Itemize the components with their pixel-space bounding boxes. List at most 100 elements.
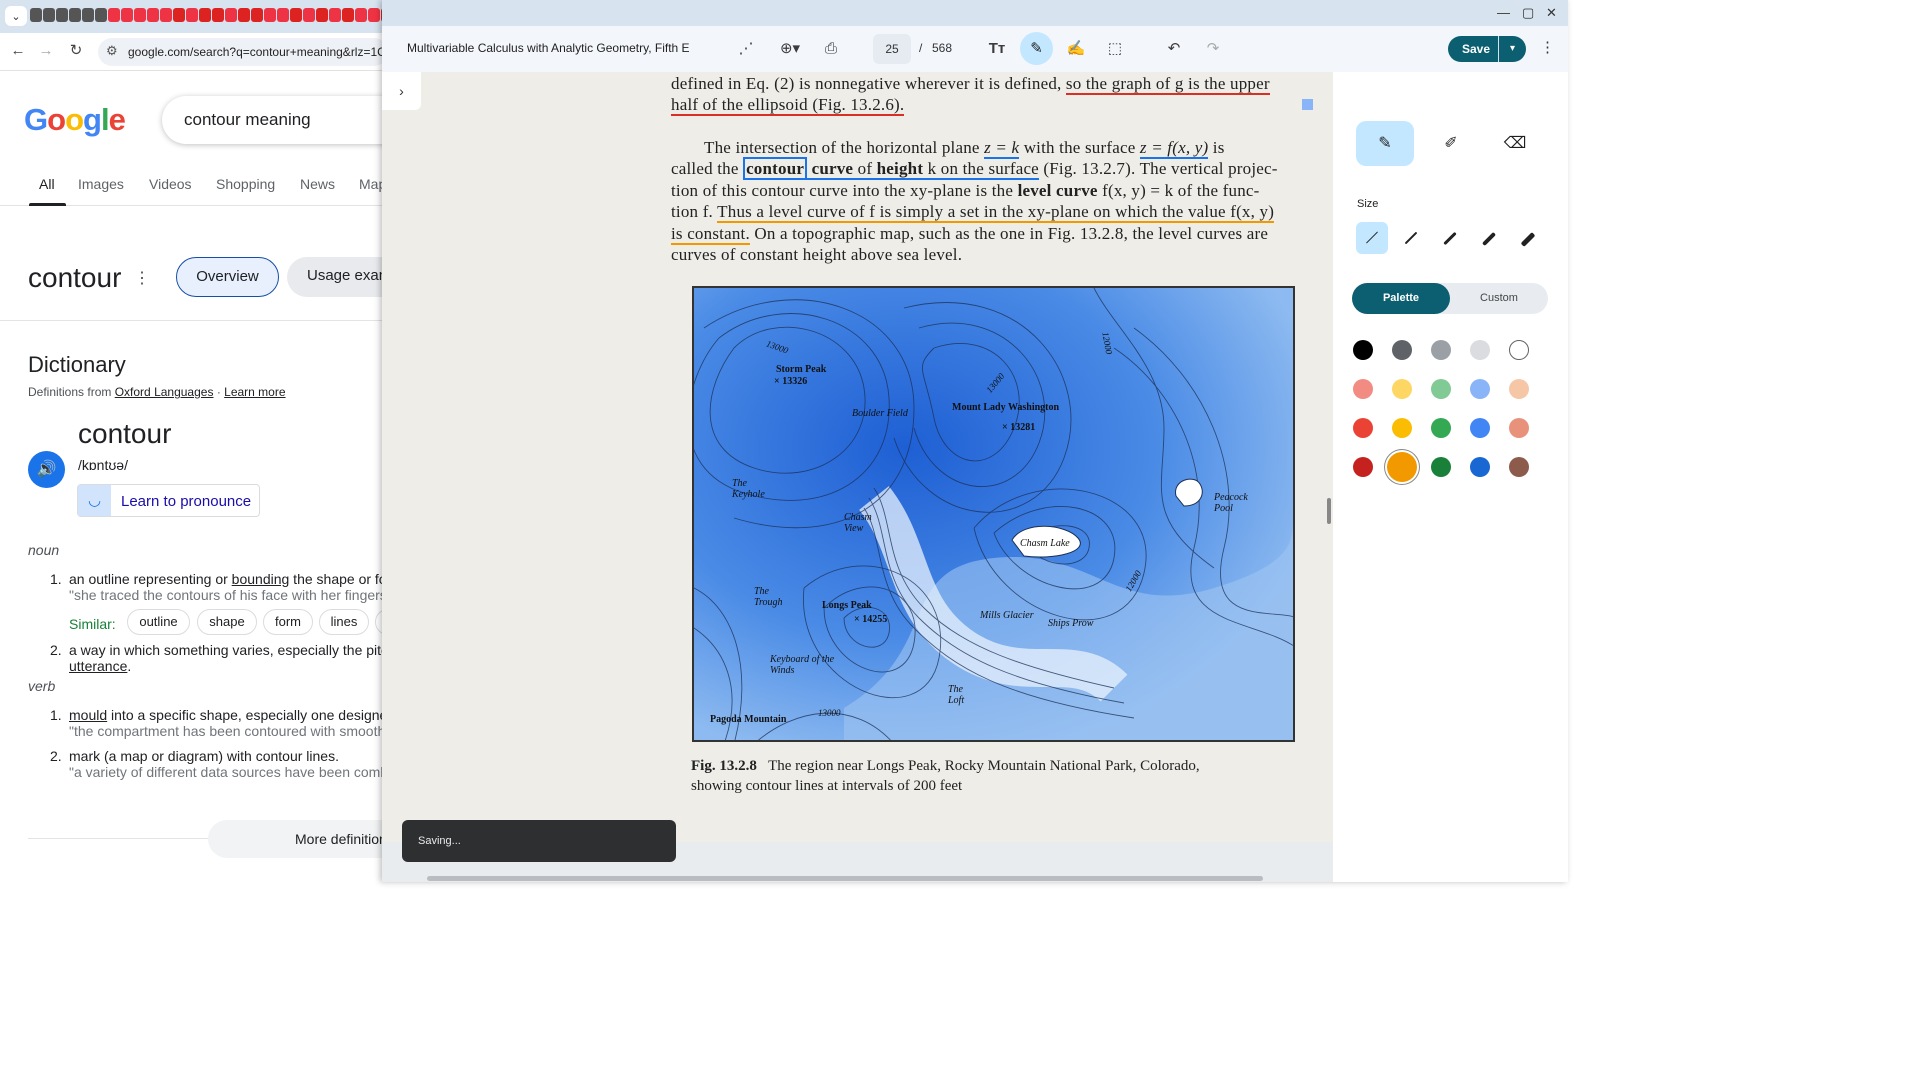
maximize-icon[interactable]: ▢ — [1522, 5, 1534, 21]
color-swatch[interactable] — [1353, 379, 1373, 399]
signature-icon[interactable]: ✍ — [1064, 38, 1088, 60]
select-area-icon[interactable]: ⬚ — [1103, 38, 1127, 60]
color-swatch[interactable] — [1387, 452, 1417, 482]
text-icon[interactable]: Tт — [985, 38, 1009, 60]
similar-chip[interactable]: shape — [197, 609, 257, 635]
more-definitions-button[interactable]: More definitions — [208, 820, 382, 858]
selection-handle[interactable] — [1302, 99, 1313, 110]
forward-icon[interactable]: → — [36, 41, 56, 61]
address-bar[interactable]: ⚙ google.com/search?q=contour+meaning&rl… — [98, 38, 394, 66]
color-swatch[interactable] — [1470, 457, 1490, 477]
tab-favicon[interactable] — [186, 8, 198, 22]
tab-images[interactable]: Images — [78, 176, 124, 192]
annotate-pen-icon[interactable]: ✎ — [1020, 32, 1053, 65]
tab-favicons[interactable] — [30, 8, 393, 22]
tab-favicon[interactable] — [316, 8, 328, 22]
size-option-4[interactable] — [1473, 222, 1505, 254]
speaker-icon[interactable]: 🔊 — [28, 451, 65, 488]
tab-favicon[interactable] — [147, 8, 159, 22]
utterance-link[interactable]: utterance — [69, 658, 127, 674]
tab-favicon[interactable] — [329, 8, 341, 22]
size-option-1[interactable] — [1356, 222, 1388, 254]
tab-all[interactable]: All — [39, 176, 55, 192]
chevron-right-icon[interactable]: › — [382, 72, 421, 110]
color-swatch[interactable] — [1470, 340, 1490, 360]
bounding-link[interactable]: bounding — [232, 571, 290, 587]
google-logo[interactable]: Google — [24, 102, 126, 138]
tab-favicon[interactable] — [56, 8, 68, 22]
more-options-icon[interactable]: ⋮ — [134, 268, 150, 288]
tab-favicon[interactable] — [173, 8, 185, 22]
color-swatch[interactable] — [1431, 457, 1451, 477]
page-number-input[interactable]: 25 — [873, 34, 911, 64]
tab-favicon[interactable] — [355, 8, 367, 22]
color-swatch[interactable] — [1392, 340, 1412, 360]
color-swatch[interactable] — [1353, 418, 1373, 438]
tab-favicon[interactable] — [290, 8, 302, 22]
tab-favicon[interactable] — [277, 8, 289, 22]
similar-chip[interactable]: profile — [375, 609, 382, 635]
document-area[interactable]: defined in Eq. (2) is nonnegative wherev… — [382, 72, 1333, 882]
custom-tab[interactable]: Custom — [1450, 283, 1548, 314]
similar-chip[interactable]: lines — [319, 609, 369, 635]
close-icon[interactable]: ✕ — [1546, 5, 1557, 21]
undo-icon[interactable]: ↶ — [1162, 38, 1186, 60]
more-vert-icon[interactable]: ⋮ — [1540, 38, 1555, 56]
search-input[interactable]: contour meaning — [162, 96, 382, 144]
tab-videos[interactable]: Videos — [149, 176, 192, 192]
tab-favicon[interactable] — [95, 8, 107, 22]
tab-favicon[interactable] — [69, 8, 81, 22]
color-swatch[interactable] — [1392, 379, 1412, 399]
tab-favicon[interactable] — [342, 8, 354, 22]
color-swatch[interactable] — [1353, 340, 1373, 360]
eraser-tool-icon[interactable]: ⌫ — [1486, 121, 1544, 166]
save-dropdown-icon[interactable]: ▾ — [1498, 36, 1526, 62]
color-swatch[interactable] — [1509, 418, 1529, 438]
save-button[interactable]: Save ▾ — [1448, 36, 1526, 62]
tab-favicon[interactable] — [121, 8, 133, 22]
tab-maps[interactable]: Maps — [359, 176, 382, 192]
redo-icon[interactable]: ↷ — [1201, 38, 1225, 60]
color-swatch[interactable] — [1509, 379, 1529, 399]
pen-tool-icon[interactable]: ✎ — [1356, 121, 1414, 166]
color-swatch[interactable] — [1470, 379, 1490, 399]
source-link[interactable]: Oxford Languages — [115, 385, 214, 399]
mould-link[interactable]: mould — [69, 707, 107, 723]
zoom-icon[interactable]: ⊕▾ — [772, 38, 808, 60]
color-swatch[interactable] — [1431, 418, 1451, 438]
tab-favicon[interactable] — [199, 8, 211, 22]
tab-favicon[interactable] — [303, 8, 315, 22]
size-option-5[interactable] — [1512, 222, 1544, 254]
size-option-2[interactable] — [1395, 222, 1427, 254]
horizontal-scrollbar[interactable] — [427, 876, 1263, 881]
tab-favicon[interactable] — [212, 8, 224, 22]
print-icon[interactable]: ⎙ — [819, 38, 843, 60]
minimize-icon[interactable]: — — [1497, 5, 1510, 20]
palette-tab[interactable]: Palette — [1352, 283, 1450, 314]
color-swatch[interactable] — [1431, 379, 1451, 399]
usage-examples-chip[interactable]: Usage examples — [287, 257, 382, 297]
tab-search-dropdown-icon[interactable]: ⌄ — [5, 6, 27, 26]
tab-favicon[interactable] — [225, 8, 237, 22]
color-swatch[interactable] — [1392, 418, 1412, 438]
reload-icon[interactable]: ↻ — [66, 41, 86, 61]
color-swatch[interactable] — [1353, 457, 1373, 477]
similar-chip[interactable]: outline — [127, 609, 190, 635]
tab-news[interactable]: News — [300, 176, 335, 192]
tab-favicon[interactable] — [238, 8, 250, 22]
tab-favicon[interactable] — [160, 8, 172, 22]
share-icon[interactable]: ⋰ — [734, 38, 758, 60]
tab-favicon[interactable] — [43, 8, 55, 22]
panel-resize-handle[interactable] — [1327, 498, 1331, 524]
tab-shopping[interactable]: Shopping — [216, 176, 275, 192]
color-swatch[interactable] — [1509, 457, 1529, 477]
site-info-icon[interactable]: ⚙ — [106, 43, 118, 59]
tab-favicon[interactable] — [82, 8, 94, 22]
color-swatch[interactable] — [1470, 418, 1490, 438]
color-swatch[interactable] — [1431, 340, 1451, 360]
tab-favicon[interactable] — [30, 8, 42, 22]
tab-favicon[interactable] — [134, 8, 146, 22]
back-icon[interactable]: ← — [8, 41, 28, 61]
overview-chip[interactable]: Overview — [176, 257, 279, 297]
color-swatch[interactable] — [1509, 340, 1529, 360]
